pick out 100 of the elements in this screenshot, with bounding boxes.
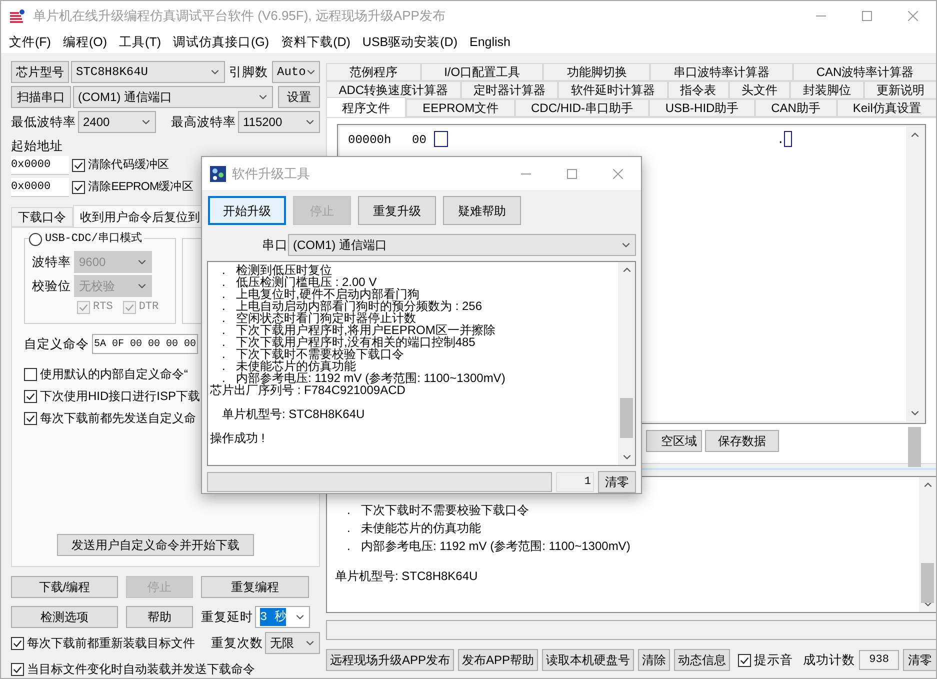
tab[interactable]: 功能脚切换	[543, 63, 650, 81]
dropdown[interactable]: 2400	[78, 111, 156, 133]
close-icon	[613, 168, 623, 178]
button[interactable]: 检测选项	[11, 606, 118, 628]
bullet: .	[222, 288, 226, 300]
scrollbar-thumb[interactable]	[908, 427, 922, 467]
label: 波特率	[31, 254, 71, 271]
scrollbar-thumb[interactable]	[921, 563, 934, 603]
menu-item[interactable]: English	[463, 32, 516, 52]
tab[interactable]: 更新说明	[864, 81, 936, 99]
tab[interactable]: CDC/HID-串口助手	[514, 99, 650, 117]
checkbox[interactable]: 当目标文件变化时自动装载并发送下载命令	[11, 660, 320, 678]
scrollbar[interactable]	[919, 477, 936, 612]
chevron-down-icon	[141, 117, 151, 127]
tab[interactable]: 串口波特率计算器	[650, 63, 793, 81]
tab[interactable]: 范例程序	[326, 63, 421, 81]
tab[interactable]: ADC转换速度计算器	[326, 81, 461, 99]
label: 重复次数	[211, 634, 263, 652]
log-line: 操作成功 !	[210, 432, 266, 444]
scrollbar[interactable]	[618, 262, 635, 465]
checkmark-icon	[12, 664, 23, 674]
button[interactable]: 重复编程	[201, 576, 309, 598]
maximize-icon	[567, 168, 577, 178]
checkbox[interactable]: 清除EEPROM缓冲区	[72, 178, 194, 196]
menu-item[interactable]: 工具(T)	[113, 32, 167, 52]
button[interactable]: 重复升级	[358, 196, 436, 225]
bullet: .	[222, 264, 226, 276]
tab[interactable]: 下载口令	[11, 207, 73, 227]
checkbox[interactable]: 每次下载前都重新装载目标文件	[11, 634, 195, 652]
button[interactable]: 疑难帮助	[443, 196, 521, 225]
radio-button[interactable]: USB-CDC/串口模式	[29, 231, 144, 248]
button[interactable]: 清除	[638, 649, 670, 671]
button[interactable]: 帮助	[126, 606, 193, 628]
button[interactable]: 下载/编程	[11, 576, 118, 598]
address-field[interactable]: 0x0000	[11, 156, 69, 175]
button[interactable]: 清零	[598, 471, 636, 493]
tab[interactable]: 封装脚位	[790, 81, 864, 99]
button[interactable]: 动态信息	[674, 649, 730, 671]
dropdown[interactable]: 115200	[238, 111, 320, 133]
address-field[interactable]: 0x0000	[11, 178, 69, 197]
tab[interactable]: 程序文件	[326, 97, 406, 117]
dropdown[interactable]: (COM1) 通信端口	[73, 86, 273, 108]
tab[interactable]: USB-HID助手	[649, 99, 755, 117]
button[interactable]: 芯片型号	[11, 61, 69, 83]
chevron-down-icon	[295, 612, 305, 622]
checkmark-icon	[73, 160, 84, 171]
cursor-box	[784, 131, 792, 147]
menu-item[interactable]: 调试仿真接口(G)	[167, 32, 276, 52]
dropdown[interactable]: 3 秒	[255, 606, 310, 628]
scrollbar-thumb[interactable]	[620, 398, 633, 438]
button[interactable]: 清零	[903, 649, 936, 671]
chevron-down-icon	[305, 117, 315, 127]
tab[interactable]: 头文件	[728, 81, 790, 99]
dropdown[interactable]: (COM1) 通信端口	[288, 234, 636, 256]
dropdown[interactable]: Auto	[272, 61, 320, 83]
log-line: 下次下载时不需要校验下载口令	[236, 348, 404, 360]
log-line: 下次下载用户程序时,将用户EEPROM区一并擦除	[236, 324, 496, 336]
checkbox[interactable]: 清除代码缓冲区	[72, 156, 170, 174]
button[interactable]: 发布APP帮助	[458, 649, 538, 671]
dropdown[interactable]: 无限	[265, 632, 320, 654]
chevron-down-icon	[137, 257, 147, 267]
chevron-down-icon	[137, 281, 147, 291]
button[interactable]: 远程现场升级APP发布	[326, 649, 454, 671]
button[interactable]: 保存数据	[705, 430, 780, 452]
command-field[interactable]: 5A 0F 00 00 00 00	[92, 334, 198, 354]
button[interactable]: 扫描串口	[11, 86, 71, 108]
window-title: 单片机在线升级编程仿真调试平台软件 (V6.95F), 远程现场升级APP发布	[33, 7, 446, 26]
tab[interactable]: EEPROM文件	[406, 99, 515, 117]
chevron-down-icon	[621, 240, 631, 250]
label: 引脚数	[229, 64, 268, 81]
checkmark-icon	[124, 302, 135, 313]
app-icon	[9, 8, 25, 24]
tab[interactable]: 软件延时计算器	[558, 81, 668, 99]
button[interactable]: 开始升级	[208, 196, 286, 225]
menu-item[interactable]: 编程(O)	[56, 32, 114, 52]
button[interactable]: 设置	[278, 86, 320, 108]
bullet: .	[347, 539, 352, 553]
hex-byte: 00	[412, 132, 428, 149]
bullet: .	[222, 348, 226, 360]
label: 重复延时	[201, 608, 253, 626]
checkbox[interactable]: 提示音	[738, 650, 794, 670]
bullet: .	[222, 336, 226, 348]
tab[interactable]: 指令表	[668, 81, 729, 99]
log-line: 上电复位时,硬件不启动内部看门狗	[236, 288, 420, 300]
tab[interactable]: CAN波特率计算器	[792, 63, 936, 81]
count-field: 1	[556, 472, 594, 492]
button[interactable]: 发送用户自定义命令并开始下载	[57, 534, 254, 556]
menu-item[interactable]: 文件(F)	[3, 32, 57, 52]
menu-item[interactable]: USB驱动安装(D)	[356, 32, 464, 52]
menu-item[interactable]: 资料下载(D)	[275, 32, 356, 52]
button[interactable]: 读取本机硬盘号	[542, 649, 634, 671]
tab[interactable]: CAN助手	[754, 99, 837, 117]
hex-ascii: .	[777, 132, 784, 149]
chevron-down-icon	[622, 452, 632, 462]
checkmark-icon	[78, 302, 89, 313]
button[interactable]: 空区域	[646, 430, 702, 452]
tab[interactable]: I/O口配置工具	[420, 63, 544, 81]
dropdown[interactable]: STC8H8K64U	[71, 61, 225, 83]
tab[interactable]: Keil仿真设置	[836, 99, 936, 117]
tab[interactable]: 定时器计算器	[460, 81, 558, 99]
